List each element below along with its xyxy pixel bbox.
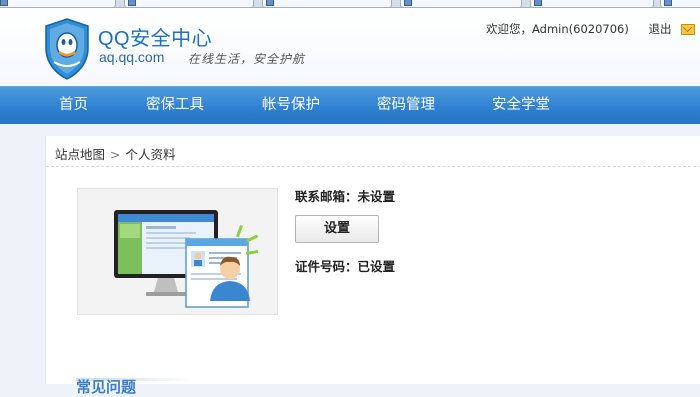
- browser-tab[interactable]: [262, 0, 392, 7]
- page-icon: [128, 0, 136, 6]
- browser-tab[interactable]: [124, 0, 254, 7]
- main-nav: 首页 密保工具 帐号保护 密码管理 安全学堂: [0, 86, 700, 124]
- id-number-status: 已设置: [357, 259, 396, 274]
- mail-icon[interactable]: [681, 23, 696, 35]
- site-slogan: 在线生活，安全护航: [188, 52, 306, 66]
- email-status: 未设置: [357, 189, 396, 204]
- user-bar: 欢迎您，Admin(6020706) 退出 求助: [486, 21, 700, 37]
- email-label: 联系邮箱：: [295, 189, 358, 204]
- set-email-button[interactable]: 设置: [295, 215, 379, 243]
- nav-item-account-protection[interactable]: 帐号保护: [262, 87, 320, 124]
- main-content: 站点地图 > 个人资料 联系邮箱：未设置 设置 证件号码：已设置 常见问题: [45, 136, 700, 396]
- site-title[interactable]: QQ安全中心: [98, 22, 212, 51]
- faq-heading: 常见问题: [76, 378, 137, 396]
- nav-item-security-school[interactable]: 安全学堂: [492, 87, 550, 124]
- nav-item-home[interactable]: 首页: [59, 87, 88, 124]
- profile-illustration-graphic: [114, 210, 259, 308]
- email-field: 联系邮箱：未设置: [295, 186, 395, 205]
- qq-shield-logo-icon[interactable]: [44, 18, 90, 80]
- site-url: aq.qq.com: [99, 49, 165, 65]
- browser-tab[interactable]: [0, 0, 116, 7]
- welcome-text: 欢迎您，Admin(6020706): [486, 22, 629, 36]
- browser-tab[interactable]: [660, 0, 700, 7]
- breadcrumb-separator: >: [110, 147, 121, 162]
- nav-item-security-tools[interactable]: 密保工具: [146, 87, 204, 124]
- logout-link[interactable]: 退出: [649, 22, 672, 36]
- page-icon: [0, 0, 8, 6]
- id-number-label: 证件号码：: [295, 259, 358, 274]
- page-icon: [534, 0, 542, 6]
- profile-illustration: [77, 188, 278, 315]
- breadcrumb-sitemap-link[interactable]: 站点地图: [55, 147, 105, 162]
- browser-tab[interactable]: [530, 0, 654, 7]
- breadcrumb: 站点地图 > 个人资料: [55, 144, 176, 163]
- page-icon: [266, 0, 274, 6]
- page-icon: [664, 0, 672, 6]
- page-icon: [404, 0, 412, 6]
- breadcrumb-current: 个人资料: [125, 147, 176, 162]
- browser-tab[interactable]: [400, 0, 522, 7]
- nav-item-password-management[interactable]: 密码管理: [377, 87, 435, 124]
- browser-tab-strip: [0, 0, 700, 8]
- site-header: QQ安全中心 aq.qq.com 在线生活，安全护航 欢迎您，Admin(602…: [0, 8, 700, 86]
- id-number-field: 证件号码：已设置: [295, 256, 395, 275]
- breadcrumb-divider: [46, 166, 700, 167]
